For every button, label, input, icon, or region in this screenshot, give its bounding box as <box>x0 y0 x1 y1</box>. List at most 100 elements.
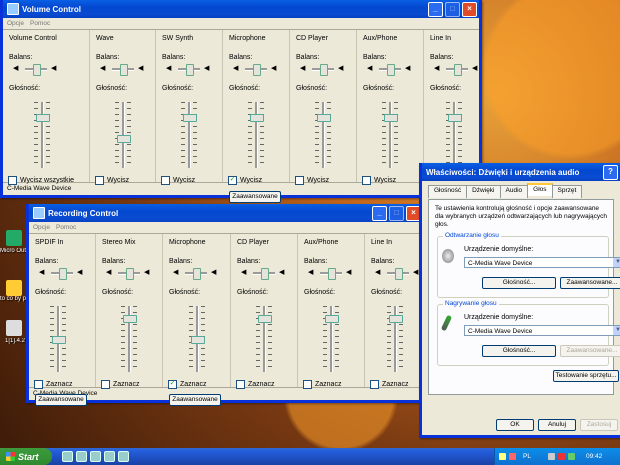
recording-control-titlebar[interactable]: Recording Control _ □ × <box>29 204 423 222</box>
minimize-button[interactable]: _ <box>372 206 387 221</box>
balance-slider[interactable]: ◀ ◀ <box>300 64 346 76</box>
ok-button[interactable]: OK <box>496 419 534 431</box>
volume-slider[interactable] <box>323 306 339 372</box>
checkbox-box[interactable] <box>101 380 110 389</box>
checkbox-box[interactable] <box>303 380 312 389</box>
volume-slider[interactable] <box>256 306 272 372</box>
balance-slider-thumb[interactable] <box>328 268 336 280</box>
desktop-icon-file[interactable] <box>6 320 22 336</box>
balance-slider[interactable]: ◀ ◀ <box>106 268 152 280</box>
show-desktop-icon[interactable] <box>104 451 115 462</box>
volume-slider-thumb[interactable] <box>123 315 137 323</box>
volume-slider-thumb[interactable] <box>52 336 66 344</box>
maximize-button[interactable]: □ <box>445 2 460 17</box>
menu-options[interactable]: Opcje <box>7 20 24 27</box>
balance-slider[interactable]: ◀ ◀ <box>375 268 421 280</box>
volume-slider[interactable] <box>446 102 462 168</box>
balance-slider-thumb[interactable] <box>387 64 395 76</box>
desktop-icon-folder[interactable] <box>6 280 22 296</box>
balance-slider[interactable]: ◀ ◀ <box>308 268 354 280</box>
checkbox-box[interactable] <box>370 380 379 389</box>
playback-device-select[interactable]: C-Media Wave Device ▼ <box>464 257 620 268</box>
start-button[interactable]: Start <box>0 448 52 465</box>
volume-slider[interactable] <box>315 102 331 168</box>
volume-slider-thumb[interactable] <box>191 336 205 344</box>
help-button[interactable]: ? <box>603 165 618 180</box>
balance-slider[interactable]: ◀ ◀ <box>39 268 85 280</box>
balance-slider-thumb[interactable] <box>33 64 41 76</box>
mute-checkbox[interactable]: Wycisz <box>295 176 329 185</box>
ie-icon[interactable] <box>62 451 73 462</box>
volume-slider-thumb[interactable] <box>389 315 403 323</box>
menu-help[interactable]: Pomoc <box>30 20 50 27</box>
close-button[interactable]: × <box>462 2 477 17</box>
network-icon[interactable] <box>499 453 506 460</box>
advanced-button[interactable]: Zaawansowane <box>35 394 87 406</box>
record-device-select[interactable]: C-Media Wave Device ▼ <box>464 325 620 336</box>
volume-slider-thumb[interactable] <box>448 114 462 122</box>
select-checkbox[interactable]: Zaznacz <box>101 380 139 389</box>
balance-slider[interactable]: ◀ ◀ <box>100 64 146 76</box>
tab-3[interactable]: Głos <box>527 183 553 196</box>
volume-slider[interactable] <box>382 102 398 168</box>
volume-slider[interactable] <box>50 306 66 372</box>
balance-slider-thumb[interactable] <box>395 268 403 280</box>
record-volume-button[interactable]: Głośność... <box>482 345 556 357</box>
select-checkbox[interactable]: Zaznacz <box>236 380 274 389</box>
balance-slider-thumb[interactable] <box>320 64 328 76</box>
antivirus-icon[interactable] <box>509 453 516 460</box>
balance-slider[interactable]: ◀ ◀ <box>367 64 413 76</box>
volume-control-titlebar[interactable]: Volume Control _ □ × <box>3 0 479 18</box>
checkbox-box[interactable] <box>161 176 170 185</box>
balance-slider-thumb[interactable] <box>126 268 134 280</box>
balance-slider[interactable]: ◀ ◀ <box>13 64 59 76</box>
balance-slider[interactable]: ◀ ◀ <box>233 64 279 76</box>
checkbox-box[interactable] <box>95 176 104 185</box>
playback-advanced-button[interactable]: Zaawansowane... <box>560 277 620 289</box>
volume-slider-thumb[interactable] <box>183 114 197 122</box>
balance-slider-thumb[interactable] <box>59 268 67 280</box>
balance-slider-thumb[interactable] <box>253 64 261 76</box>
mute-checkbox[interactable]: Wycisz <box>95 176 129 185</box>
volume-slider-thumb[interactable] <box>317 114 331 122</box>
advanced-button[interactable]: Zaawansowane <box>229 191 281 203</box>
checkbox-box[interactable] <box>362 176 371 185</box>
mute-checkbox[interactable]: Wycisz wszystkie <box>8 176 74 185</box>
record-advanced-button[interactable]: Zaawansowane... <box>560 345 620 357</box>
tab-1[interactable]: Dźwięki <box>466 185 501 198</box>
mute-checkbox[interactable]: Wycisz <box>362 176 396 185</box>
minimize-button[interactable]: _ <box>428 2 443 17</box>
explorer-icon[interactable] <box>118 451 129 462</box>
menu-options[interactable]: Opcje <box>33 224 50 231</box>
volume-slider[interactable] <box>34 102 50 168</box>
mute-checkbox[interactable]: Wycisz <box>161 176 195 185</box>
volume-slider[interactable] <box>189 306 205 372</box>
tab-2[interactable]: Audio <box>499 185 529 198</box>
checkbox-box[interactable] <box>34 380 43 389</box>
balance-slider-thumb[interactable] <box>193 268 201 280</box>
select-checkbox[interactable]: Zaznacz <box>34 380 72 389</box>
speaker-tray-icon[interactable] <box>547 453 555 460</box>
dialog-titlebar[interactable]: Właściwości: Dźwięki i urządzenia audio … <box>422 163 620 181</box>
volume-slider-thumb[interactable] <box>36 114 50 122</box>
outlook-icon[interactable] <box>76 451 87 462</box>
maximize-button[interactable]: □ <box>389 206 404 221</box>
checkbox-box[interactable] <box>236 380 245 389</box>
balance-slider-thumb[interactable] <box>261 268 269 280</box>
volume-slider[interactable] <box>121 306 137 372</box>
select-checkbox[interactable]: ✓ Zaznacz <box>168 380 206 389</box>
cancel-button[interactable]: Anuluj <box>538 419 576 431</box>
volume-slider[interactable] <box>181 102 197 168</box>
volume-slider-thumb[interactable] <box>325 315 339 323</box>
select-checkbox[interactable]: Zaznacz <box>370 380 408 389</box>
volume-slider-thumb[interactable] <box>117 135 131 143</box>
balance-slider[interactable]: ◀ ◀ <box>173 268 219 280</box>
tab-4[interactable]: Sprzęt <box>551 185 583 198</box>
menu-help[interactable]: Pomoc <box>56 224 76 231</box>
media-player-icon[interactable] <box>90 451 101 462</box>
test-hardware-button[interactable]: Testowanie sprzętu... <box>553 370 619 382</box>
volume-slider-thumb[interactable] <box>384 114 398 122</box>
update-icon[interactable] <box>567 453 575 460</box>
tab-0[interactable]: Głośność <box>428 185 468 198</box>
select-checkbox[interactable]: Zaznacz <box>303 380 341 389</box>
